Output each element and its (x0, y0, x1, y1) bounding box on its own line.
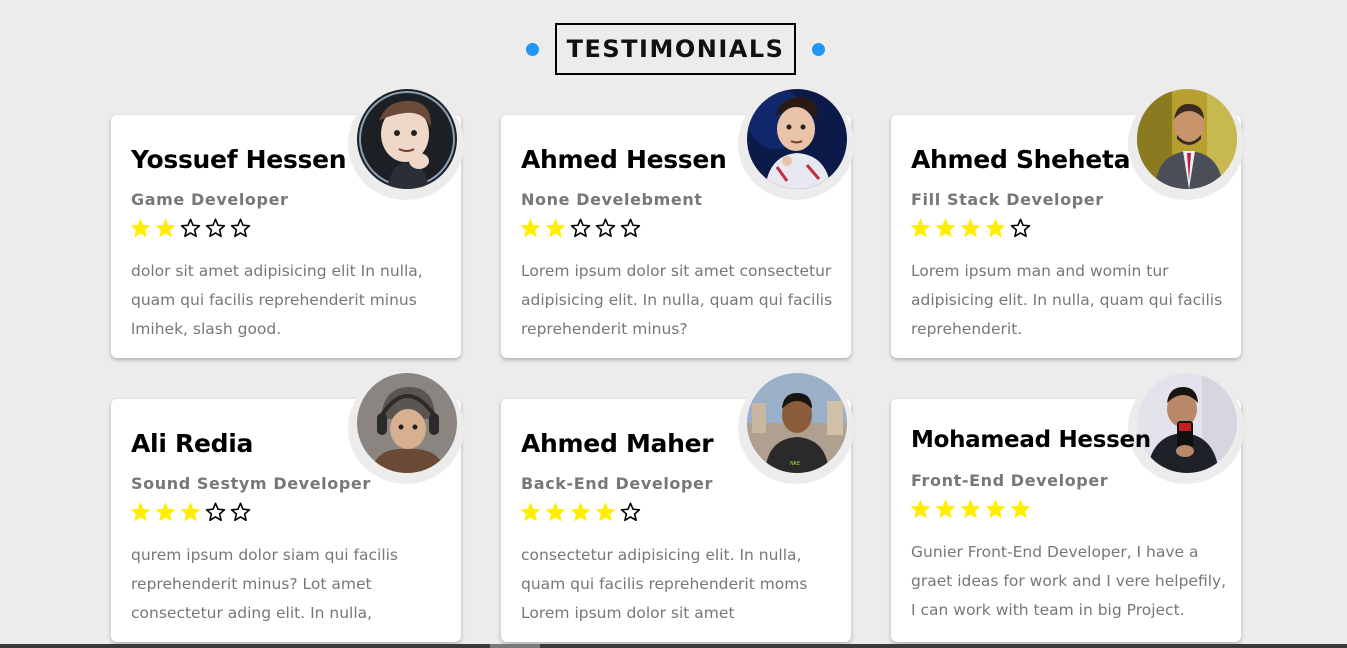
testimonial-role: Game Developer (131, 190, 289, 209)
avatar-frame (348, 372, 464, 484)
avatar (357, 89, 457, 189)
star-empty-icon (620, 218, 641, 238)
testimonial-name: Ahmed Hessen (521, 145, 727, 174)
star-filled-icon (910, 499, 931, 519)
svg-text:NKE: NKE (790, 461, 800, 467)
star-filled-icon (520, 218, 541, 238)
testimonial-role: Fill Stack Developer (911, 190, 1104, 209)
star-empty-icon (1010, 218, 1031, 238)
rating-stars (130, 218, 251, 239)
star-filled-icon (985, 218, 1006, 238)
avatar (357, 373, 457, 473)
star-filled-icon (910, 218, 931, 238)
avatar (747, 89, 847, 189)
testimonial-role: Front-End Developer (911, 471, 1109, 490)
rating-stars (520, 218, 641, 239)
star-filled-icon (595, 502, 616, 522)
star-empty-icon (205, 218, 226, 238)
star-empty-icon (230, 502, 251, 522)
star-empty-icon (230, 218, 251, 238)
star-filled-icon (935, 499, 956, 519)
testimonial-name: Ahmed Sheheta (911, 145, 1131, 174)
testimonial-card: Ali Redia Sound Sestym Developer qurem i… (111, 372, 464, 642)
testimonial-card: Ahmed Sheheta Fill Stack Developer Lorem… (891, 88, 1244, 358)
section-title: TESTIMONIALS (555, 23, 796, 75)
testimonial-card: Ahmed Hessen None Develebment Lorem ipsu… (501, 88, 854, 358)
star-filled-icon (155, 218, 176, 238)
avatar-frame (348, 88, 464, 200)
testimonial-text: qurem ipsum dolor siam qui facilis repre… (131, 546, 399, 622)
star-empty-icon (570, 218, 591, 238)
star-filled-icon (960, 218, 981, 238)
star-filled-icon (545, 218, 566, 238)
testimonial-text: dolor sit amet adipisicing elit In nulla… (131, 262, 423, 338)
testimonial-name: Ahmed Maher (521, 429, 714, 458)
rating-stars (910, 499, 1031, 520)
avatar (1137, 89, 1237, 189)
testimonial-text: Lorem ipsum dolor sit amet consectetur a… (521, 262, 833, 338)
dot-decoration-right (812, 43, 825, 56)
dot-decoration-left (526, 43, 539, 56)
star-filled-icon (520, 502, 541, 522)
star-empty-icon (595, 218, 616, 238)
testimonial-name: Ali Redia (131, 429, 254, 458)
scrollbar-thumb[interactable] (490, 644, 540, 648)
testimonial-card: NKE Ahmed Maher Back-End Developer conse… (501, 372, 854, 642)
star-empty-icon (205, 502, 226, 522)
star-filled-icon (155, 502, 176, 522)
testimonial-card: Mohamead Hessen Front-End Developer Guni… (891, 372, 1244, 642)
testimonial-role: Sound Sestym Developer (131, 474, 371, 493)
avatar: NKE (747, 373, 847, 473)
star-filled-icon (960, 499, 981, 519)
testimonial-text: consectetur adipisicing elit. In nulla, … (521, 546, 808, 622)
star-filled-icon (1010, 499, 1031, 519)
star-empty-icon (180, 218, 201, 238)
rating-stars (130, 502, 251, 523)
star-filled-icon (130, 502, 151, 522)
star-filled-icon (180, 502, 201, 522)
section-header: TESTIMONIALS (0, 23, 1347, 75)
horizontal-scrollbar[interactable] (0, 644, 1347, 648)
testimonial-role: Back-End Developer (521, 474, 713, 493)
avatar-frame (1128, 88, 1244, 200)
rating-stars (910, 218, 1031, 239)
testimonial-text: Lorem ipsum man and womin tur adipisicin… (911, 262, 1223, 338)
star-filled-icon (935, 218, 956, 238)
testimonial-name: Mohamead Hessen (911, 427, 1151, 453)
star-filled-icon (130, 218, 151, 238)
testimonial-text: Gunier Front-End Developer, I have a gra… (911, 543, 1227, 619)
star-filled-icon (570, 502, 591, 522)
rating-stars (520, 502, 641, 523)
star-filled-icon (545, 502, 566, 522)
avatar-frame (738, 88, 854, 200)
testimonial-name: Yossuef Hessen (131, 145, 347, 174)
testimonial-role: None Develebment (521, 190, 703, 209)
avatar (1137, 373, 1237, 473)
star-empty-icon (620, 502, 641, 522)
testimonial-card: Yossuef Hessen Game Developer dolor sit … (111, 88, 464, 358)
star-filled-icon (985, 499, 1006, 519)
avatar-frame: NKE (738, 372, 854, 484)
